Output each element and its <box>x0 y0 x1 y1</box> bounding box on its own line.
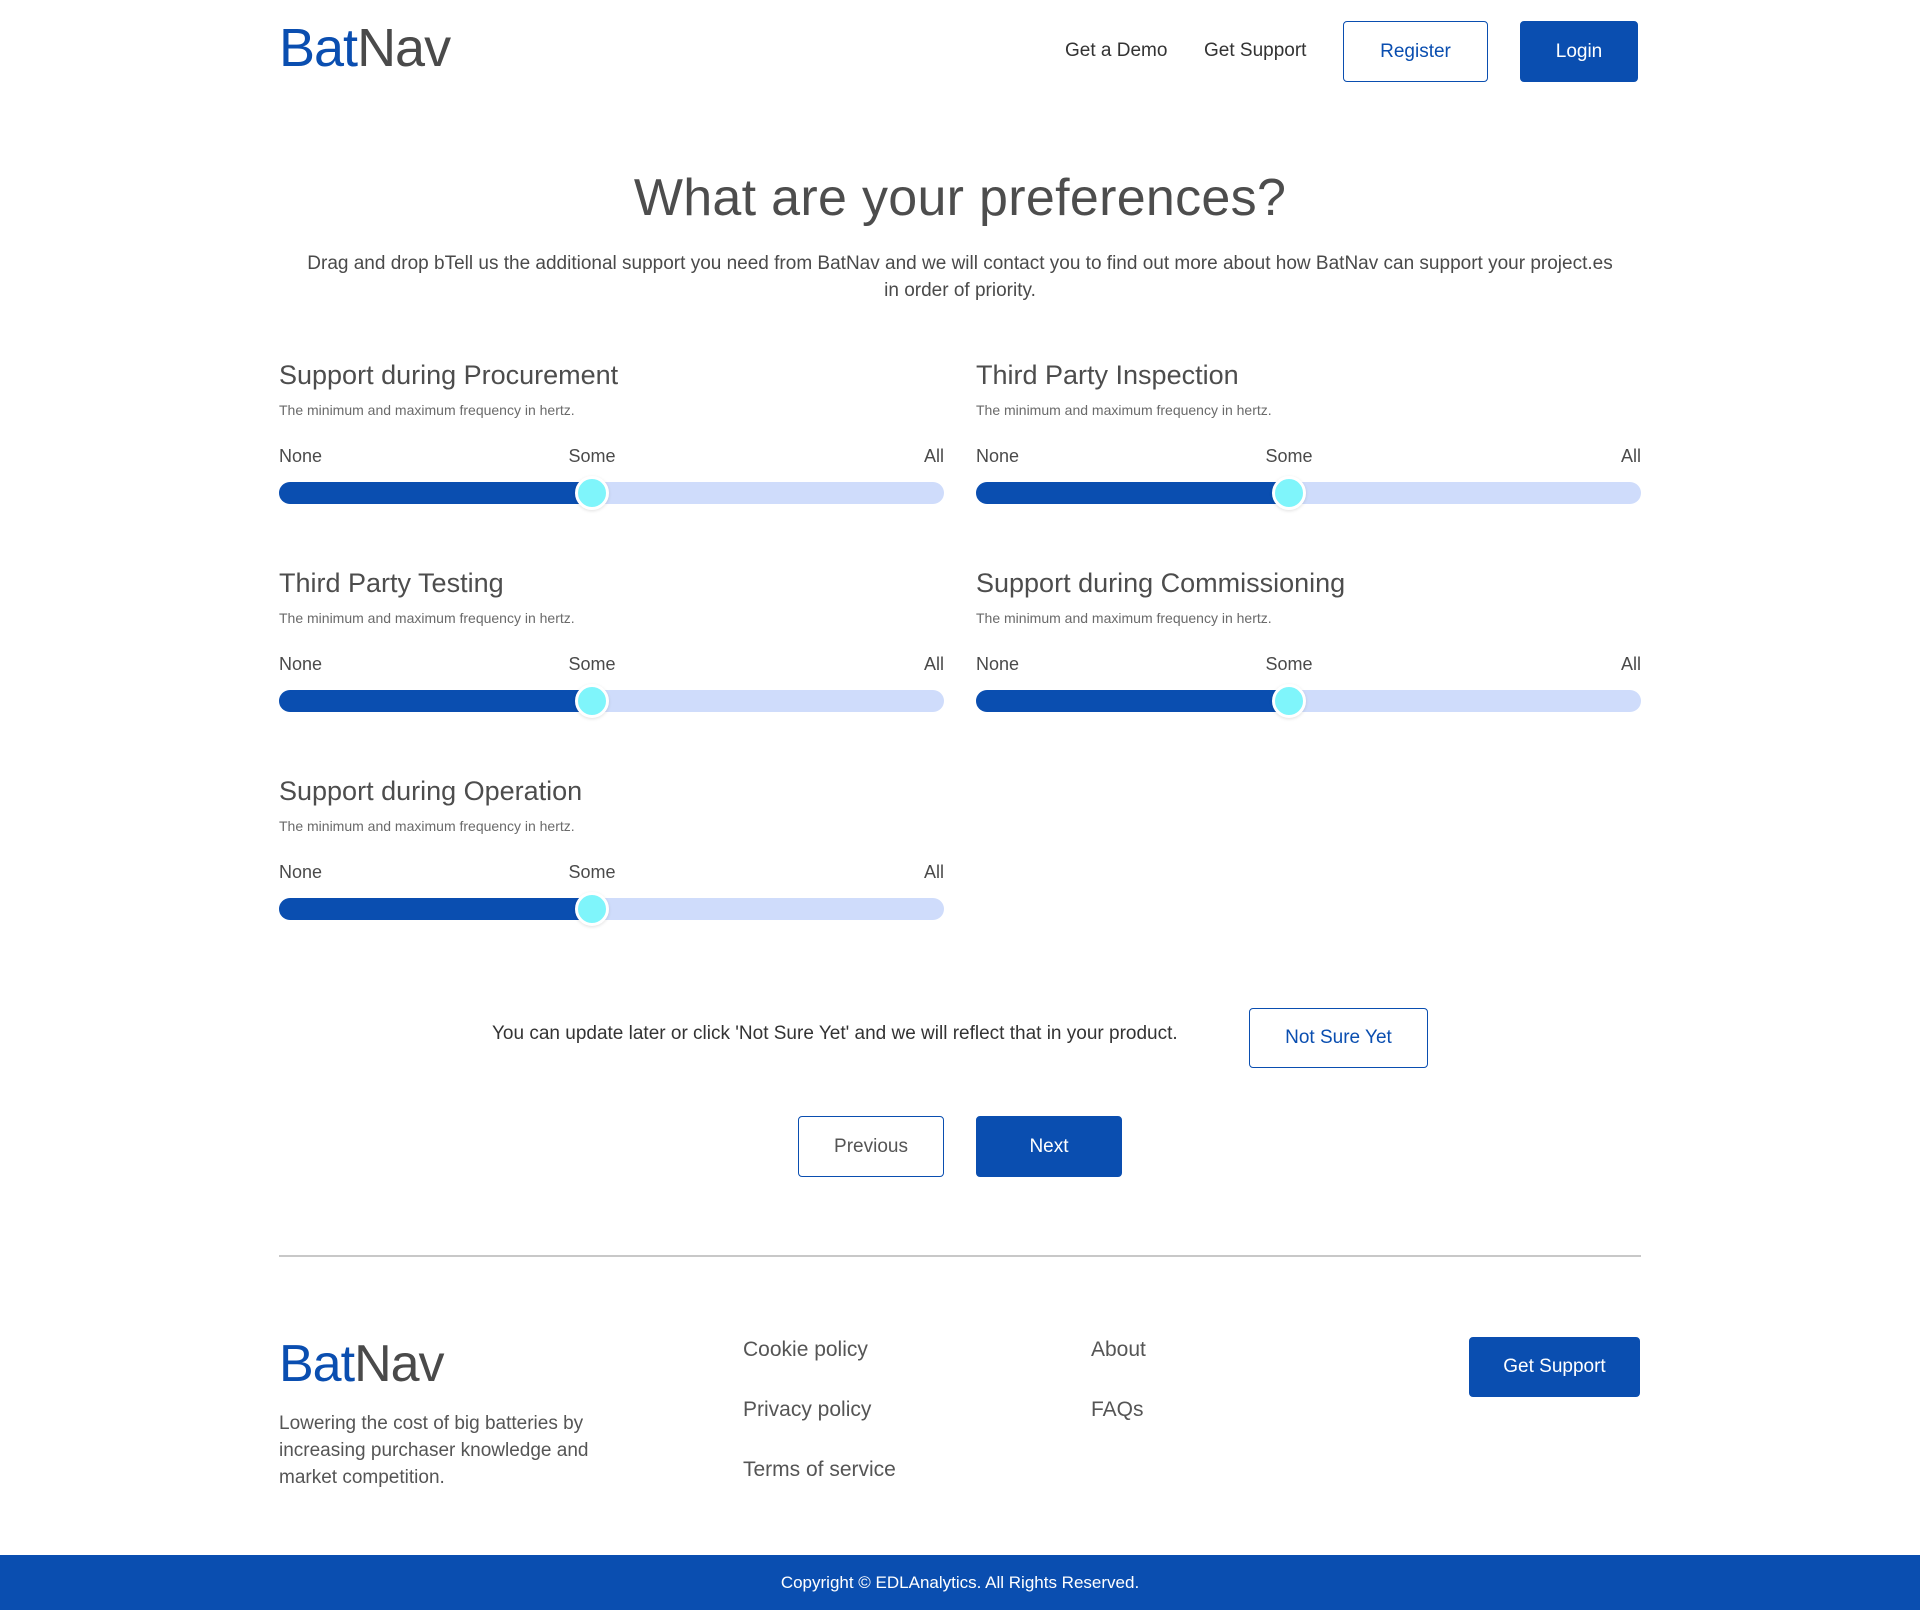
page-title: What are your preferences? <box>633 169 1287 227</box>
scale-label-some: Some <box>1265 654 1313 674</box>
footer-link-cookie-policy[interactable]: Cookie policy <box>743 1338 868 1362</box>
scale-label-some: Some <box>568 446 616 466</box>
footer-link-privacy-policy[interactable]: Privacy policy <box>743 1398 871 1422</box>
scale-label-none: None <box>279 862 323 882</box>
logo-text-nav: Nav <box>357 18 451 78</box>
logo-text-nav: Nav <box>354 1335 444 1393</box>
batnav-logo[interactable]: BatNav <box>279 16 451 80</box>
nav-get-a-demo[interactable]: Get a Demo <box>1065 40 1167 62</box>
footer-link-about[interactable]: About <box>1091 1338 1146 1362</box>
site-header: BatNav Get a Demo Get Support Register L… <box>0 0 1920 102</box>
slider-title: Support during Operation <box>279 776 583 806</box>
footer-get-support-button[interactable]: Get Support <box>1469 1337 1640 1397</box>
footer-divider <box>279 1255 1641 1257</box>
slider-title: Third Party Inspection <box>976 360 1239 390</box>
slider-thumb[interactable] <box>1272 476 1306 510</box>
scale-label-none: None <box>279 446 323 466</box>
not-sure-note: You can update later or click 'Not Sure … <box>492 1023 1178 1044</box>
slider-group-testing: Third Party Testing The minimum and maxi… <box>279 568 944 728</box>
slider-group-commissioning: Support during Commissioning The minimum… <box>976 568 1641 728</box>
scale-label-none: None <box>976 446 1020 466</box>
scale-label-all: All <box>923 654 944 674</box>
logo-text-bat: Bat <box>279 1335 355 1393</box>
slider-description: The minimum and maximum frequency in her… <box>976 610 1272 626</box>
slider-thumb[interactable] <box>1272 684 1306 718</box>
slider-fill <box>279 898 592 920</box>
slider-title: Support during Commissioning <box>976 568 1346 598</box>
slider-description: The minimum and maximum frequency in her… <box>279 610 575 626</box>
scale-label-some: Some <box>568 654 616 674</box>
slider-title: Third Party Testing <box>279 568 504 598</box>
slider-fill <box>976 690 1289 712</box>
nav-get-support[interactable]: Get Support <box>1204 40 1306 62</box>
slider-description: The minimum and maximum frequency in her… <box>279 402 575 418</box>
slider-fill <box>976 482 1289 504</box>
slider-track[interactable] <box>279 684 944 718</box>
copyright-text: Copyright © EDLAnalytics. All Rights Res… <box>780 1572 1140 1592</box>
next-button[interactable]: Next <box>976 1116 1122 1177</box>
scale-label-some: Some <box>1265 446 1313 466</box>
slider-group-inspection: Third Party Inspection The minimum and m… <box>976 360 1641 520</box>
slider-fill <box>279 690 592 712</box>
slider-fill <box>279 482 592 504</box>
slider-track[interactable] <box>279 476 944 510</box>
scale-label-all: All <box>923 446 944 466</box>
register-button[interactable]: Register <box>1343 21 1488 82</box>
slider-group-procurement: Support during Procurement The minimum a… <box>279 360 944 520</box>
previous-button[interactable]: Previous <box>798 1116 944 1177</box>
footer-link-terms-of-service[interactable]: Terms of service <box>743 1458 896 1482</box>
slider-track[interactable] <box>279 892 944 926</box>
login-button[interactable]: Login <box>1520 21 1638 82</box>
not-sure-yet-button[interactable]: Not Sure Yet <box>1249 1008 1428 1068</box>
logo-text-bat: Bat <box>279 18 358 78</box>
footer-link-faqs[interactable]: FAQs <box>1091 1398 1144 1422</box>
footer-batnav-logo[interactable]: BatNav <box>279 1333 445 1395</box>
slider-title: Support during Procurement <box>279 360 619 390</box>
scale-label-all: All <box>1620 654 1641 674</box>
slider-description: The minimum and maximum frequency in her… <box>279 818 575 834</box>
scale-label-none: None <box>976 654 1020 674</box>
page-subtitle: Drag and drop bTell us the additional su… <box>307 253 1613 301</box>
slider-track[interactable] <box>976 476 1641 510</box>
slider-track[interactable] <box>976 684 1641 718</box>
slider-thumb[interactable] <box>575 892 609 926</box>
slider-thumb[interactable] <box>575 476 609 510</box>
copyright-bar: Copyright © EDLAnalytics. All Rights Res… <box>0 1555 1920 1610</box>
slider-group-operation: Support during Operation The minimum and… <box>279 776 944 936</box>
scale-label-none: None <box>279 654 323 674</box>
slider-thumb[interactable] <box>575 684 609 718</box>
scale-label-all: All <box>1620 446 1641 466</box>
slider-description: The minimum and maximum frequency in her… <box>976 402 1272 418</box>
scale-label-all: All <box>923 862 944 882</box>
footer-tagline: Lowering the cost of big batteries by in… <box>279 1413 589 1488</box>
scale-label-some: Some <box>568 862 616 882</box>
